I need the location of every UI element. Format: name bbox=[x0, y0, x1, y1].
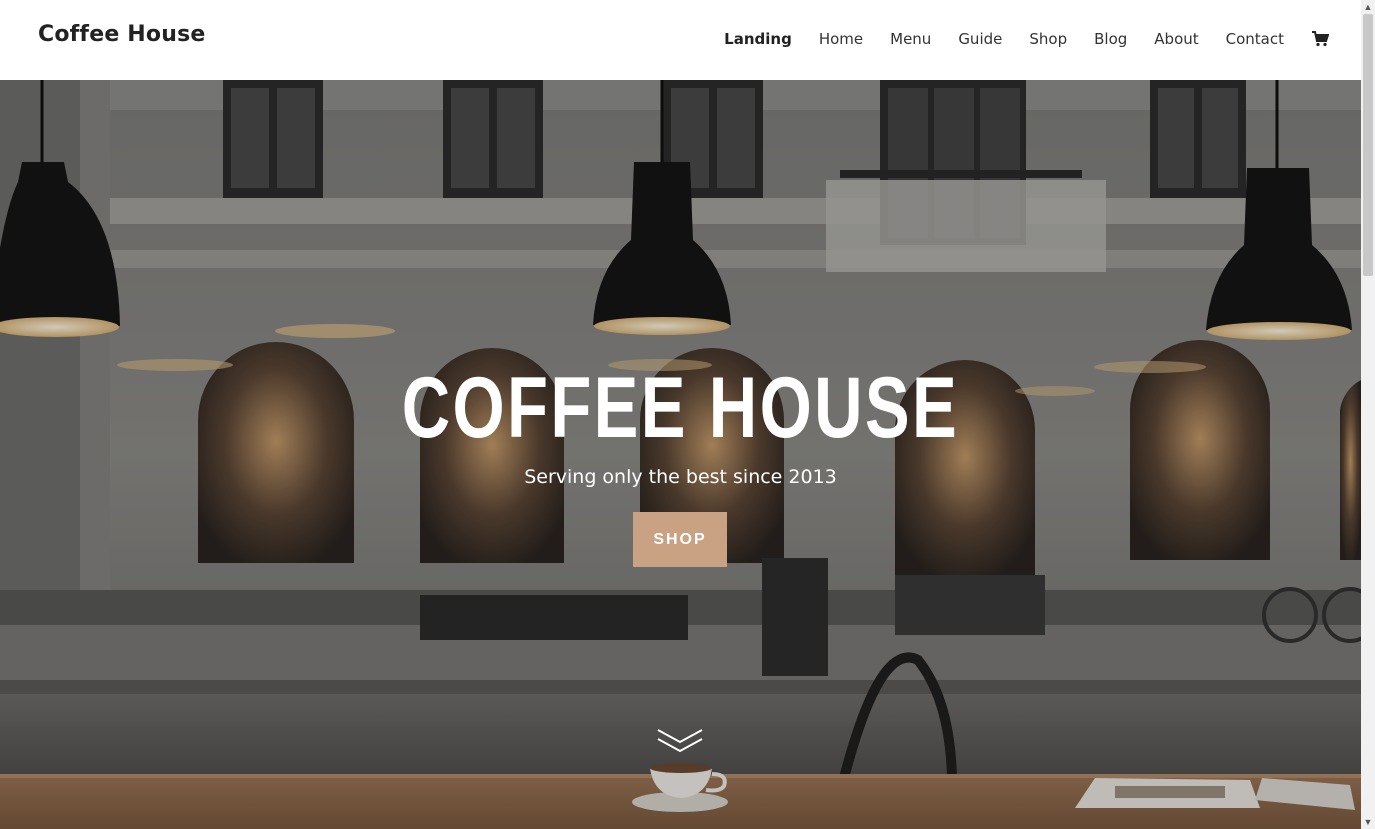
scroll-up-arrow-icon[interactable]: ▲ bbox=[1361, 0, 1375, 14]
shopping-cart-icon[interactable] bbox=[1311, 31, 1330, 47]
main-nav: Landing Home Menu Guide Shop Blog About … bbox=[724, 30, 1330, 48]
nav-landing[interactable]: Landing bbox=[724, 30, 792, 48]
scrollbar-thumb[interactable] bbox=[1363, 14, 1373, 276]
site-header: Coffee House Landing Home Menu Guide Sho… bbox=[0, 0, 1361, 80]
nav-guide[interactable]: Guide bbox=[958, 30, 1002, 48]
hero-section: COFFEE HOUSE Serving only the best since… bbox=[0, 80, 1361, 829]
nav-about[interactable]: About bbox=[1154, 30, 1198, 48]
nav-home[interactable]: Home bbox=[819, 30, 863, 48]
nav-blog[interactable]: Blog bbox=[1094, 30, 1127, 48]
scroll-down-arrow-icon[interactable]: ▼ bbox=[1361, 815, 1375, 829]
site-logo[interactable]: Coffee House bbox=[38, 22, 206, 47]
shop-button[interactable]: SHOP bbox=[633, 512, 727, 567]
page-scrollbar[interactable]: ▲ ▼ bbox=[1361, 0, 1375, 829]
hero-title: COFFEE HOUSE bbox=[401, 360, 960, 456]
nav-contact[interactable]: Contact bbox=[1226, 30, 1284, 48]
nav-shop[interactable]: Shop bbox=[1029, 30, 1067, 48]
double-chevron-down-icon[interactable] bbox=[656, 728, 704, 754]
hero-subtitle: Serving only the best since 2013 bbox=[524, 466, 837, 488]
nav-menu[interactable]: Menu bbox=[890, 30, 931, 48]
